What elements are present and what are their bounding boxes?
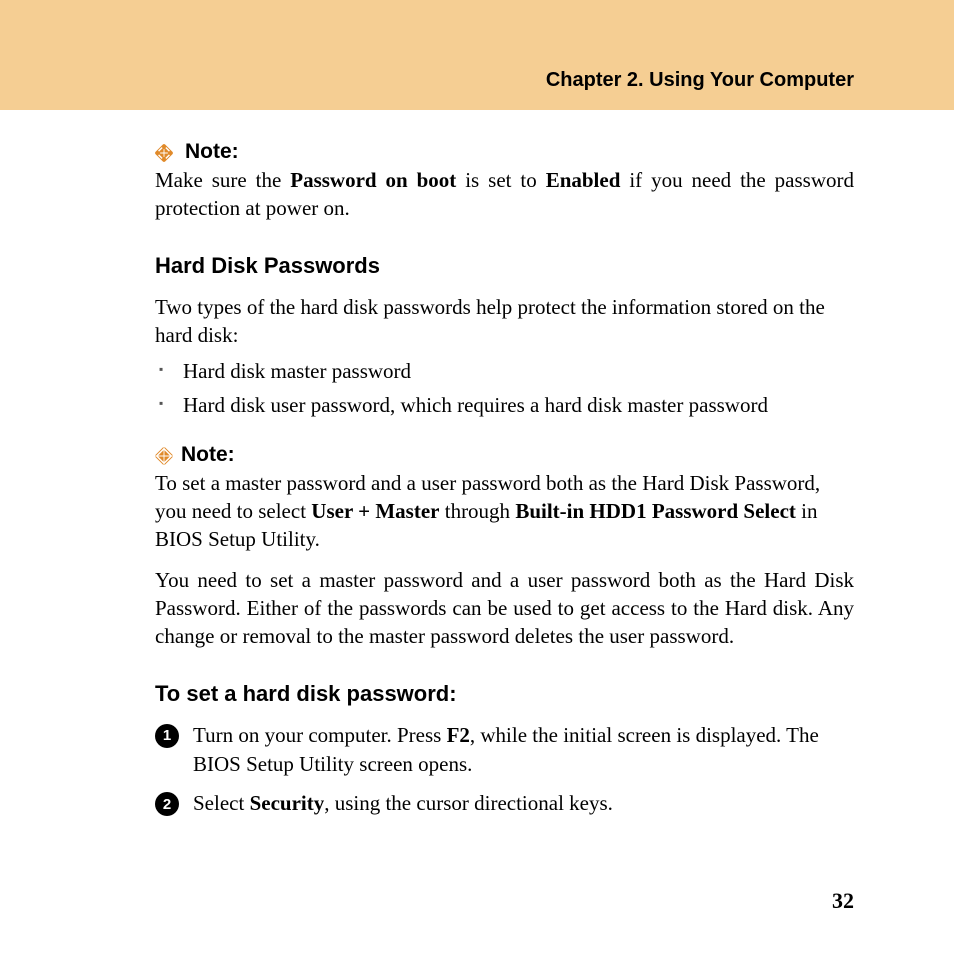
page-number: 32 [832, 888, 854, 914]
text: Select [193, 791, 250, 815]
section-heading-set-hdd-password: To set a hard disk password: [155, 681, 854, 707]
bold: Password on boot [290, 168, 456, 192]
bullet-list: Hard disk master password Hard disk user… [155, 355, 854, 422]
note-diamond-icon [155, 144, 173, 162]
step-item: 2 Select Security, using the cursor dire… [155, 789, 854, 818]
paragraph-explain: You need to set a master password and a … [155, 566, 854, 651]
note1-text: Make sure the Password on boot is set to… [155, 166, 854, 223]
note-diamond-icon [155, 447, 173, 465]
text: through [439, 499, 515, 523]
section1-intro: Two types of the hard disk passwords hel… [155, 293, 854, 350]
text: is set to [456, 168, 545, 192]
bold: User + Master [311, 499, 439, 523]
list-item: Hard disk user password, which requires … [155, 389, 854, 423]
page-content: Note: Make sure the Password on boot is … [0, 110, 954, 819]
chapter-title: Chapter 2. Using Your Computer [546, 69, 854, 92]
note-block-1: Note: [155, 140, 854, 164]
step-number-icon: 2 [155, 792, 179, 816]
numbered-steps: 1 Turn on your computer. Press F2, while… [155, 721, 854, 819]
step-text: Turn on your computer. Press F2, while t… [193, 721, 854, 780]
note-label: Note: [181, 443, 235, 467]
bold: Security [250, 791, 325, 815]
note2-text: To set a master password and a user pass… [155, 469, 854, 554]
step-item: 1 Turn on your computer. Press F2, while… [155, 721, 854, 780]
text: , using the cursor directional keys. [324, 791, 613, 815]
header-band: Chapter 2. Using Your Computer [0, 0, 954, 110]
step-number-icon: 1 [155, 724, 179, 748]
bold: F2 [447, 723, 470, 747]
note-block-2: Note: [155, 443, 854, 467]
section-heading-hdd-passwords: Hard Disk Passwords [155, 253, 854, 279]
text: Make sure the [155, 168, 290, 192]
step-text: Select Security, using the cursor direct… [193, 789, 613, 818]
note-label: Note: [185, 140, 239, 164]
text: Turn on your computer. Press [193, 723, 447, 747]
bold: Enabled [546, 168, 621, 192]
bold: Built-in HDD1 Password Select [515, 499, 796, 523]
list-item: Hard disk master password [155, 355, 854, 389]
